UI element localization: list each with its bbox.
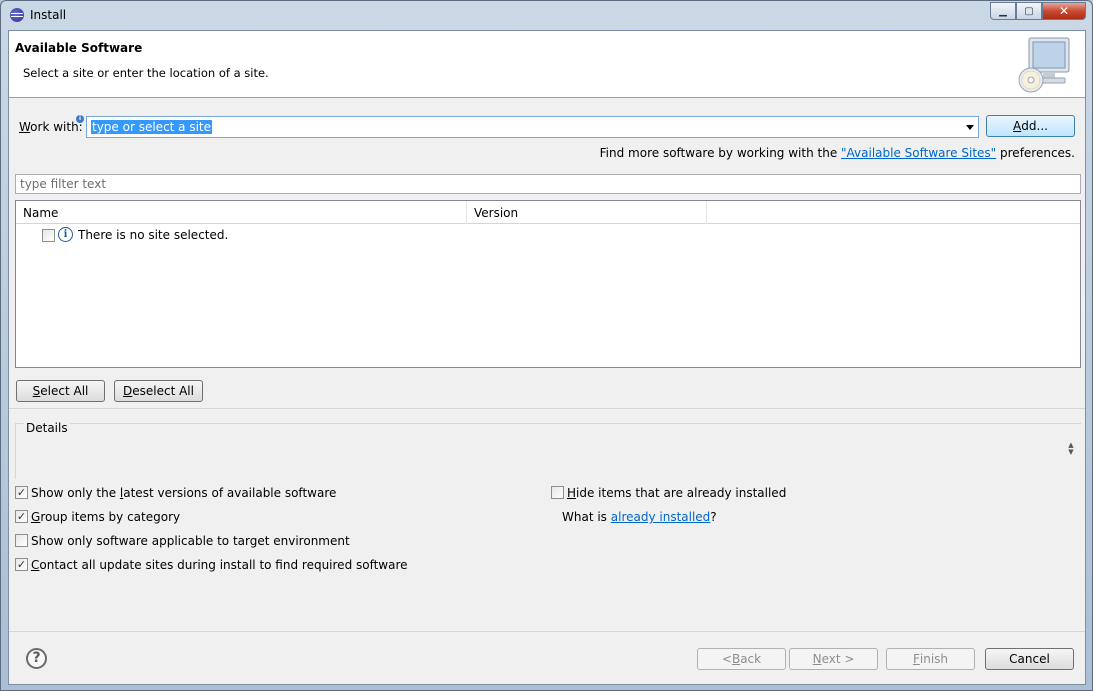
column-version[interactable]: Version <box>467 201 707 224</box>
row-checkbox[interactable] <box>42 229 55 242</box>
dialog-header: Available Software Select a site or ente… <box>9 31 1085 98</box>
column-name[interactable]: Name <box>16 201 467 224</box>
next-button[interactable]: Next > <box>789 648 878 670</box>
check-icon: ✓ <box>16 558 27 571</box>
deselect-all-button[interactable]: Deselect All <box>114 380 203 402</box>
work-with-value[interactable]: type or select a site <box>91 120 213 134</box>
software-tree[interactable]: Name Version i There is no site selected… <box>15 200 1081 368</box>
target-env-label: Show only software applicable to target … <box>31 534 350 548</box>
hide-installed-checkbox[interactable] <box>551 486 564 499</box>
page-description: Select a site or enter the location of a… <box>23 66 269 80</box>
latest-versions-checkbox[interactable]: ✓ <box>15 486 28 499</box>
details-pane: Details ▲ ▼ <box>15 421 1081 479</box>
close-button[interactable]: ✕ <box>1042 2 1086 20</box>
check-icon: ✓ <box>16 486 27 499</box>
work-with-info-icon: i <box>76 115 84 123</box>
contact-sites-checkbox[interactable]: ✓ <box>15 558 28 571</box>
info-icon: i <box>58 227 73 242</box>
window-title: Install <box>30 8 67 22</box>
what-is-installed-text: What is already installed? <box>562 510 717 524</box>
dropdown-arrow-icon[interactable] <box>966 125 974 130</box>
window-controls: ▁ ▢ ✕ <box>990 2 1086 20</box>
work-with-label: Work with: <box>19 120 83 134</box>
select-all-button[interactable]: Select All <box>16 380 105 402</box>
filter-input[interactable]: type filter text <box>15 174 1081 194</box>
footer-divider <box>9 631 1085 632</box>
tree-header: Name Version <box>16 201 1080 224</box>
latest-versions-label: Show only the latest versions of availab… <box>31 486 337 500</box>
work-with-combo[interactable]: type or select a site <box>86 116 979 138</box>
target-env-checkbox[interactable] <box>15 534 28 547</box>
eclipse-logo-icon <box>10 8 24 22</box>
page-title: Available Software <box>15 41 143 55</box>
cancel-button[interactable]: Cancel <box>985 648 1074 670</box>
help-icon[interactable]: ? <box>26 648 47 669</box>
add-site-button[interactable]: Add... <box>986 115 1075 137</box>
minimize-button[interactable]: ▁ <box>990 2 1016 20</box>
contact-sites-label: Contact all update sites during install … <box>31 558 408 572</box>
hide-installed-label: Hide items that are already installed <box>567 486 787 500</box>
title-bar[interactable]: Install ▁ ▢ ✕ <box>1 1 1092 29</box>
already-installed-link[interactable]: already installed <box>611 510 711 524</box>
available-software-sites-link[interactable]: "Available Software Sites" <box>841 146 996 160</box>
row-text: There is no site selected. <box>78 228 229 242</box>
divider <box>9 408 1085 409</box>
filter-placeholder: type filter text <box>20 177 107 191</box>
details-scroll-icon[interactable]: ▲ ▼ <box>1067 442 1075 458</box>
monitor-cd-icon <box>1018 37 1070 93</box>
back-button[interactable]: < Back <box>697 648 786 670</box>
find-more-text: Find more software by working with the "… <box>599 146 1075 160</box>
install-dialog: Install ▁ ▢ ✕ Available Software Select … <box>0 0 1093 691</box>
maximize-button[interactable]: ▢ <box>1016 2 1042 20</box>
details-label: Details <box>24 421 70 435</box>
group-by-category-label: Group items by category <box>31 510 181 524</box>
finish-button[interactable]: Finish <box>886 648 975 670</box>
group-by-category-checkbox[interactable]: ✓ <box>15 510 28 523</box>
check-icon: ✓ <box>16 510 27 523</box>
dialog-body: Available Software Select a site or ente… <box>8 30 1086 685</box>
